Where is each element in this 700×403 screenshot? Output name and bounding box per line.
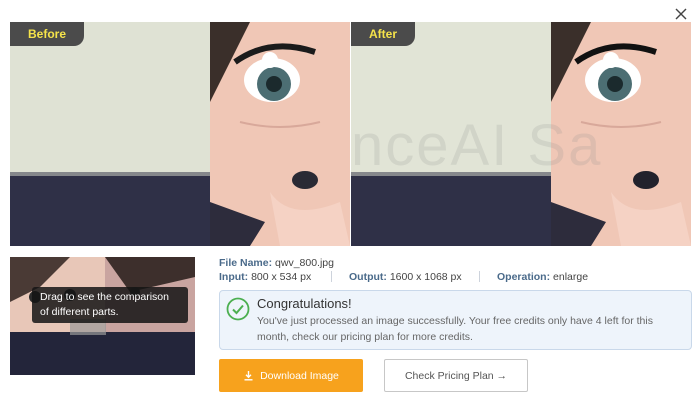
success-notice: Congratulations! You've just processed a… (219, 290, 692, 350)
after-label: After (351, 22, 416, 46)
file-name-value: qwv_800.jpg (275, 257, 334, 269)
compare-tooltip: Drag to see the comparison of different … (32, 287, 188, 323)
download-icon (244, 371, 253, 381)
operation: Operation: enlarge (497, 271, 588, 283)
close-button[interactable] (672, 5, 690, 23)
check-pricing-plan-button[interactable]: Check Pricing Plan → (384, 359, 528, 392)
input-value: 800 x 534 px (251, 271, 312, 283)
notice-message: You've just processed an image successfu… (257, 315, 653, 343)
before-preview[interactable]: Before (10, 22, 350, 246)
before-label: Before (10, 22, 85, 46)
download-image-button[interactable]: Download Image (219, 359, 363, 392)
before-face-crop (210, 22, 350, 246)
operation-value: enlarge (553, 271, 589, 283)
check-circle-icon (226, 297, 250, 321)
output-value: 1600 x 1068 px (389, 271, 462, 283)
watermark: nceAI Sa (351, 113, 603, 178)
file-name-label: File Name: (219, 257, 273, 269)
input-size: Input: 800 x 534 px (219, 271, 311, 283)
operation-label: Operation: (497, 271, 551, 283)
file-name-row: File Name: qwv_800.jpg (219, 257, 334, 269)
download-label: Download Image (260, 369, 339, 382)
output-label: Output: (349, 271, 387, 283)
before-left-crop (10, 22, 210, 246)
result-dialog: Before nceAI Sa After Drag to see the co… (0, 0, 700, 403)
divider (479, 271, 480, 282)
close-icon (675, 8, 687, 20)
output-size: Output: 1600 x 1068 px (349, 271, 462, 283)
after-preview[interactable]: nceAI Sa After (351, 22, 691, 246)
divider (331, 271, 332, 282)
notice-title: Congratulations! (257, 296, 352, 311)
input-label: Input: (219, 271, 249, 283)
